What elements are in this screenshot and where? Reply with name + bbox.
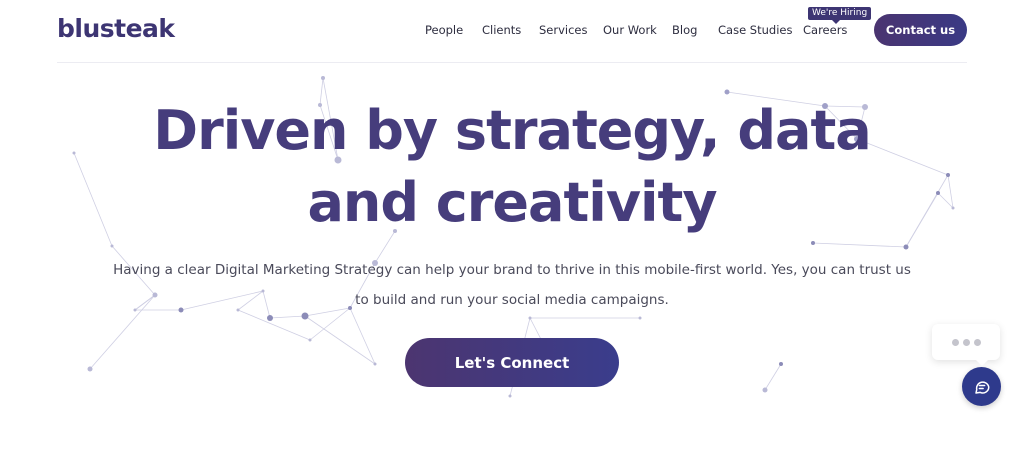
chat-typing-bubble[interactable] <box>932 324 1000 366</box>
typing-dot <box>962 338 970 346</box>
nav-link-services[interactable]: Services <box>539 23 588 37</box>
hero-title-line-1: Driven by strategy, data <box>153 99 871 162</box>
hero-subtitle: Having a clear Digital Marketing Strateg… <box>113 262 911 308</box>
chat-launcher-button[interactable] <box>962 367 1001 406</box>
main-nav: People Clients Services Our Work Blog Ca… <box>0 23 1024 39</box>
nav-link-people[interactable]: People <box>425 23 463 37</box>
nav-link-clients[interactable]: Clients <box>482 23 521 37</box>
nav-link-blog[interactable]: Blog <box>672 23 697 37</box>
lets-connect-button[interactable]: Let's Connect <box>405 338 619 387</box>
hiring-badge: We're Hiring <box>808 7 872 24</box>
nav-link-case-studies[interactable]: Case Studies <box>718 23 792 37</box>
nav-link-careers[interactable]: Careers <box>803 23 847 37</box>
hero-title: Driven by strategy, data and creativity <box>0 95 1024 239</box>
contact-us-button[interactable]: Contact us <box>874 14 967 46</box>
nav-link-our-work[interactable]: Our Work <box>603 23 657 37</box>
chat-bubble-icon <box>974 380 989 394</box>
site-header: blusteak People Clients Services Our Wor… <box>0 0 1024 63</box>
hero-title-line-2: and creativity <box>307 171 717 234</box>
header-divider <box>57 62 967 63</box>
typing-dot <box>951 338 959 346</box>
typing-dot <box>973 338 981 346</box>
